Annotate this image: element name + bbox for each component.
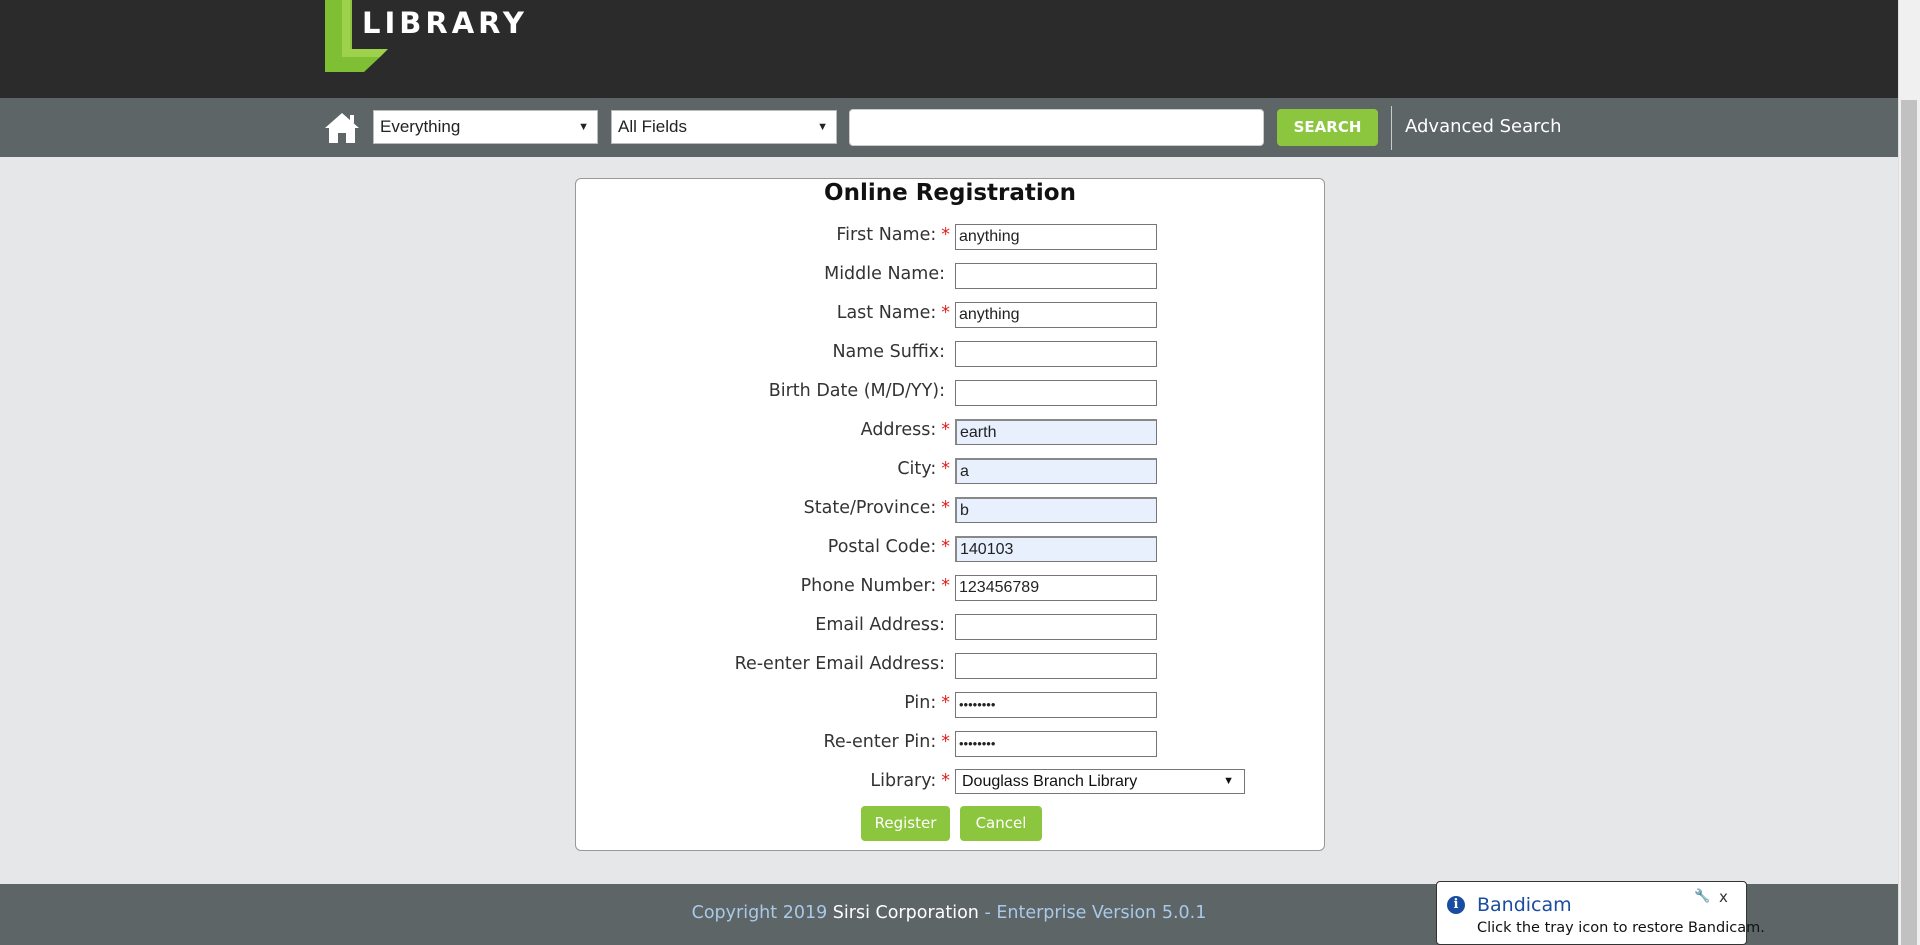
email-label: Email Address: — [815, 615, 945, 635]
notification-message: Click the tray icon to restore Bandicam. — [1477, 920, 1765, 936]
company-link[interactable]: Sirsi Corporation — [833, 903, 979, 923]
notification-title: Bandicam — [1477, 894, 1572, 916]
wrench-icon[interactable]: 🔧 — [1694, 889, 1710, 904]
search-scope-value: Everything — [380, 117, 461, 136]
middle-name-field[interactable] — [955, 263, 1157, 289]
registration-panel — [575, 178, 1325, 851]
phone-number-field[interactable]: 123456789 — [955, 575, 1157, 601]
middle-name-label: Middle Name: — [824, 264, 945, 284]
chevron-down-icon: ▼ — [1223, 775, 1234, 787]
birth-date-label: Birth Date (M/D/YY): — [768, 381, 945, 401]
city-label: City: * — [897, 459, 950, 479]
site-header — [0, 0, 1898, 98]
postal-code-label: Postal Code: * — [827, 537, 950, 557]
chevron-down-icon: ▼ — [578, 121, 589, 133]
state-province-field[interactable]: b — [955, 497, 1157, 523]
name-suffix-label: Name Suffix: — [832, 342, 945, 362]
reenter-pin-field[interactable]: •••••••• — [955, 731, 1157, 757]
first-name-label: First Name: * — [836, 225, 950, 245]
search-field-value: All Fields — [618, 117, 687, 136]
state-province-label: State/Province: * — [803, 498, 950, 518]
reenter-pin-label: Re-enter Pin: * — [823, 732, 950, 752]
page-title: Online Registration — [824, 180, 1076, 206]
pin-field[interactable]: •••••••• — [955, 692, 1157, 718]
chevron-down-icon: ▼ — [817, 121, 828, 133]
register-button[interactable]: Register — [861, 806, 950, 841]
name-suffix-field[interactable] — [955, 341, 1157, 367]
first-name-field[interactable]: anything — [955, 224, 1157, 250]
address-field[interactable]: earth — [955, 419, 1157, 445]
pin-label: Pin: * — [904, 693, 950, 713]
scrollbar-thumb[interactable] — [1901, 100, 1917, 945]
home-icon[interactable] — [323, 111, 361, 145]
last-name-field[interactable]: anything — [955, 302, 1157, 328]
birth-date-field[interactable] — [955, 380, 1157, 406]
library-select[interactable]: Douglass Branch Library ▼ — [955, 769, 1245, 794]
search-button[interactable]: SEARCH — [1277, 109, 1378, 146]
postal-code-field[interactable]: 140103 — [955, 536, 1157, 562]
library-select-value: Douglass Branch Library — [962, 773, 1138, 790]
email-field[interactable] — [955, 614, 1157, 640]
cancel-button[interactable]: Cancel — [960, 806, 1042, 841]
phone-number-label: Phone Number: * — [800, 576, 950, 596]
logo-text: LIBRARY — [362, 6, 528, 40]
info-icon: i — [1447, 896, 1465, 914]
reenter-email-field[interactable] — [955, 653, 1157, 679]
search-field-select[interactable]: All Fields ▼ — [611, 110, 837, 144]
search-scope-select[interactable]: Everything ▼ — [373, 110, 598, 144]
search-input[interactable] — [849, 109, 1264, 146]
advanced-search-link[interactable]: Advanced Search — [1405, 116, 1561, 137]
close-icon[interactable]: x — [1719, 888, 1728, 906]
divider — [1391, 106, 1392, 150]
city-field[interactable]: a — [955, 458, 1157, 484]
reenter-email-label: Re-enter Email Address: — [734, 654, 945, 674]
last-name-label: Last Name: * — [836, 303, 950, 323]
address-label: Address: * — [860, 420, 950, 440]
library-label: Library: * — [870, 771, 950, 791]
